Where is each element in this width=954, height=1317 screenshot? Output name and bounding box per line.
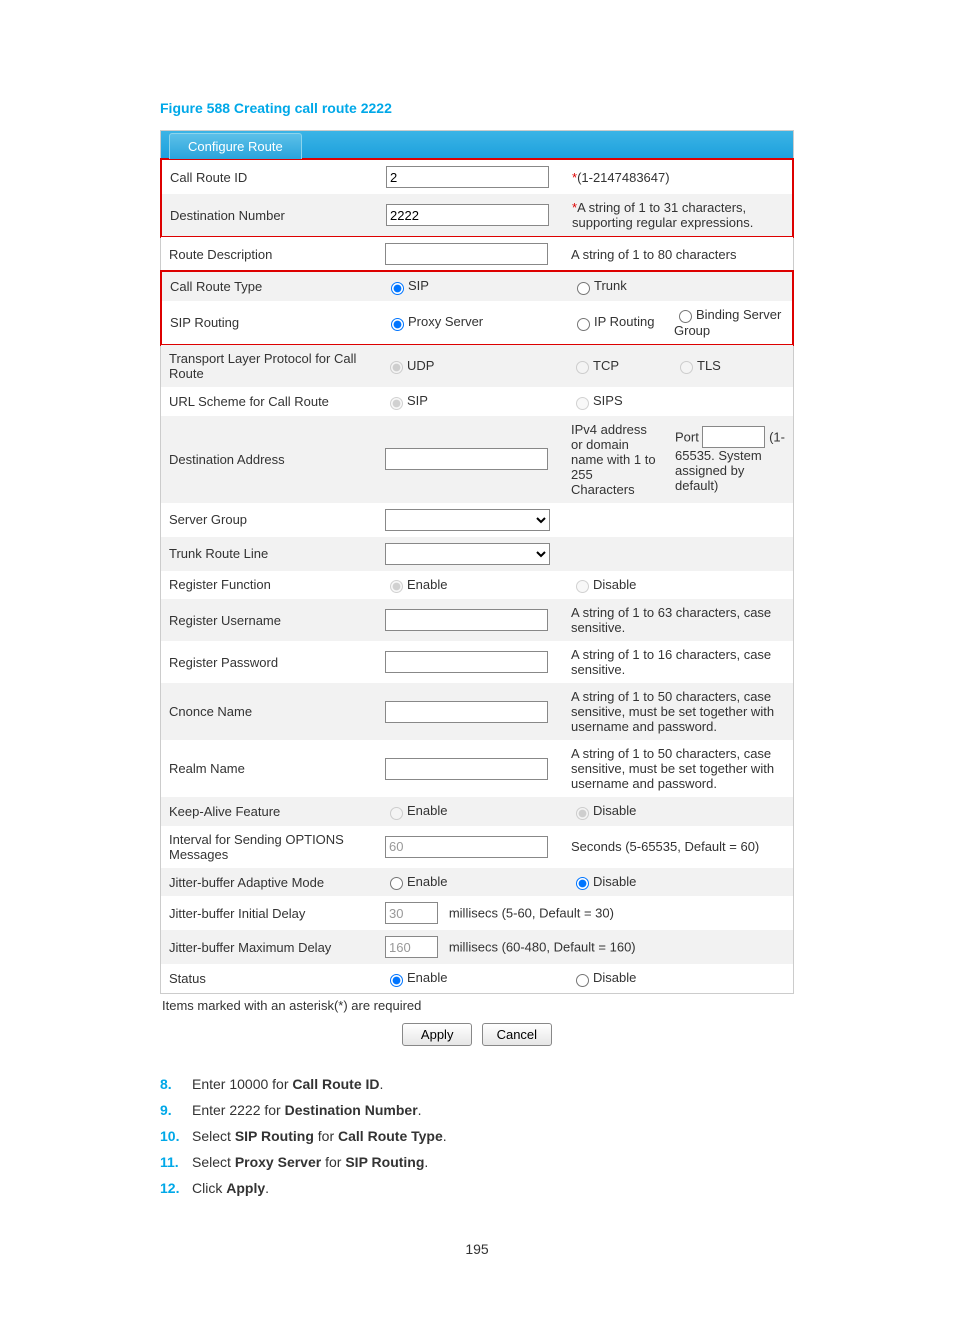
label-trunk-route-line: Trunk Route Line bbox=[161, 537, 377, 571]
input-options-interval bbox=[385, 836, 548, 858]
hint-cnonce-name: A string of 1 to 50 characters, case sen… bbox=[563, 683, 793, 740]
label-status: Status bbox=[161, 964, 377, 993]
port-block: Port (1-65535. System assigned by defaul… bbox=[667, 416, 793, 503]
input-destination-address[interactable] bbox=[385, 448, 548, 470]
cancel-button[interactable]: Cancel bbox=[482, 1023, 552, 1046]
apply-button[interactable]: Apply bbox=[402, 1023, 472, 1046]
label-route-description: Route Description bbox=[161, 237, 377, 271]
label-transport-protocol: Transport Layer Protocol for Call Route bbox=[161, 345, 377, 387]
label-sip-routing: SIP Routing bbox=[162, 301, 378, 345]
step-9: 9. Enter 2222 for Destination Number. bbox=[160, 1102, 794, 1118]
input-destination-number[interactable] bbox=[386, 204, 549, 226]
emphasis-box-routing: Call Route Type SIP Trunk SIP Routing Pr… bbox=[160, 270, 794, 346]
hint-register-username: A string of 1 to 63 characters, case sen… bbox=[563, 599, 793, 641]
step-12: 12. Click Apply. bbox=[160, 1180, 794, 1196]
hint-realm-name: A string of 1 to 50 characters, case sen… bbox=[563, 740, 793, 797]
input-register-username[interactable] bbox=[385, 609, 548, 631]
radio-jbuf-adaptive-disable[interactable]: Disable bbox=[571, 874, 636, 889]
label-destination-address: Destination Address bbox=[161, 416, 377, 503]
tab-configure-route[interactable]: Configure Route bbox=[169, 133, 302, 159]
hint-destination-address: IPv4 address or domain name with 1 to 25… bbox=[563, 416, 667, 503]
label-jbuf-adaptive: Jitter-buffer Adaptive Mode bbox=[161, 868, 377, 897]
radio-sip-routing-binding[interactable]: Binding Server Group bbox=[674, 307, 781, 339]
radio-keepalive-disable: Disable bbox=[571, 803, 636, 818]
hint-jbuf-initial: millisecs (5-60, Default = 30) bbox=[449, 906, 614, 921]
select-server-group[interactable] bbox=[385, 509, 550, 531]
label-call-route-id: Call Route ID bbox=[162, 160, 378, 194]
step-11: 11. Select Proxy Server for SIP Routing. bbox=[160, 1154, 794, 1170]
radio-call-route-type-trunk[interactable]: Trunk bbox=[572, 278, 627, 293]
radio-status-enable[interactable]: Enable bbox=[385, 970, 447, 985]
hint-options-interval: Seconds (5-65535, Default = 60) bbox=[563, 826, 793, 868]
input-call-route-id[interactable] bbox=[386, 166, 549, 188]
hint-destination-number: *A string of 1 to 31 characters, support… bbox=[564, 194, 792, 236]
button-row: Apply Cancel bbox=[160, 1017, 794, 1050]
tab-bar: Configure Route bbox=[161, 131, 793, 159]
radio-transport-udp: UDP bbox=[385, 358, 434, 373]
input-realm-name[interactable] bbox=[385, 758, 548, 780]
page-number: 195 bbox=[160, 1241, 794, 1257]
figure-title: Figure 588 Creating call route 2222 bbox=[160, 100, 794, 116]
input-port[interactable] bbox=[702, 426, 765, 448]
label-url-scheme: URL Scheme for Call Route bbox=[161, 387, 377, 416]
input-register-password[interactable] bbox=[385, 651, 548, 673]
label-server-group: Server Group bbox=[161, 503, 377, 537]
label-options-interval: Interval for Sending OPTIONS Messages bbox=[161, 826, 377, 868]
radio-transport-tcp: TCP bbox=[571, 358, 619, 373]
select-trunk-route-line[interactable] bbox=[385, 543, 550, 565]
label-jbuf-max: Jitter-buffer Maximum Delay bbox=[161, 930, 377, 964]
radio-url-sip: SIP bbox=[385, 393, 428, 408]
label-cnonce-name: Cnonce Name bbox=[161, 683, 377, 740]
radio-transport-tls: TLS bbox=[675, 358, 721, 373]
step-8: 8. Enter 10000 for Call Route ID. bbox=[160, 1076, 794, 1092]
input-jbuf-max bbox=[385, 936, 438, 958]
radio-url-sips: SIPS bbox=[571, 393, 623, 408]
radio-status-disable[interactable]: Disable bbox=[571, 970, 636, 985]
label-register-username: Register Username bbox=[161, 599, 377, 641]
instruction-list: 8. Enter 10000 for Call Route ID. 9. Ent… bbox=[160, 1076, 794, 1196]
label-register-password: Register Password bbox=[161, 641, 377, 683]
step-10: 10. Select SIP Routing for Call Route Ty… bbox=[160, 1128, 794, 1144]
hint-route-description: A string of 1 to 80 characters bbox=[563, 237, 793, 271]
label-destination-number: Destination Number bbox=[162, 194, 378, 236]
label-jbuf-initial: Jitter-buffer Initial Delay bbox=[161, 896, 377, 930]
label-call-route-type: Call Route Type bbox=[162, 272, 378, 301]
label-keep-alive: Keep-Alive Feature bbox=[161, 797, 377, 826]
radio-jbuf-adaptive-enable[interactable]: Enable bbox=[385, 874, 447, 889]
input-cnonce-name[interactable] bbox=[385, 701, 548, 723]
hint-register-password: A string of 1 to 16 characters, case sen… bbox=[563, 641, 793, 683]
radio-sip-routing-proxy[interactable]: Proxy Server bbox=[386, 314, 483, 329]
radio-sip-routing-ip[interactable]: IP Routing bbox=[572, 314, 654, 329]
hint-call-route-id: *(1-2147483647) bbox=[564, 160, 792, 194]
configure-route-panel: Configure Route Call Route ID *(1-214748… bbox=[160, 130, 794, 994]
radio-register-enable: Enable bbox=[385, 577, 447, 592]
label-realm-name: Realm Name bbox=[161, 740, 377, 797]
radio-call-route-type-sip[interactable]: SIP bbox=[386, 278, 429, 293]
emphasis-box-ids: Call Route ID *(1-2147483647) Destinatio… bbox=[160, 158, 794, 238]
radio-register-disable: Disable bbox=[571, 577, 636, 592]
input-route-description[interactable] bbox=[385, 243, 548, 265]
input-jbuf-initial bbox=[385, 902, 438, 924]
required-footnote: Items marked with an asterisk(*) are req… bbox=[160, 994, 794, 1017]
hint-jbuf-max: millisecs (60-480, Default = 160) bbox=[449, 940, 636, 955]
label-register-function: Register Function bbox=[161, 571, 377, 600]
radio-keepalive-enable: Enable bbox=[385, 803, 447, 818]
